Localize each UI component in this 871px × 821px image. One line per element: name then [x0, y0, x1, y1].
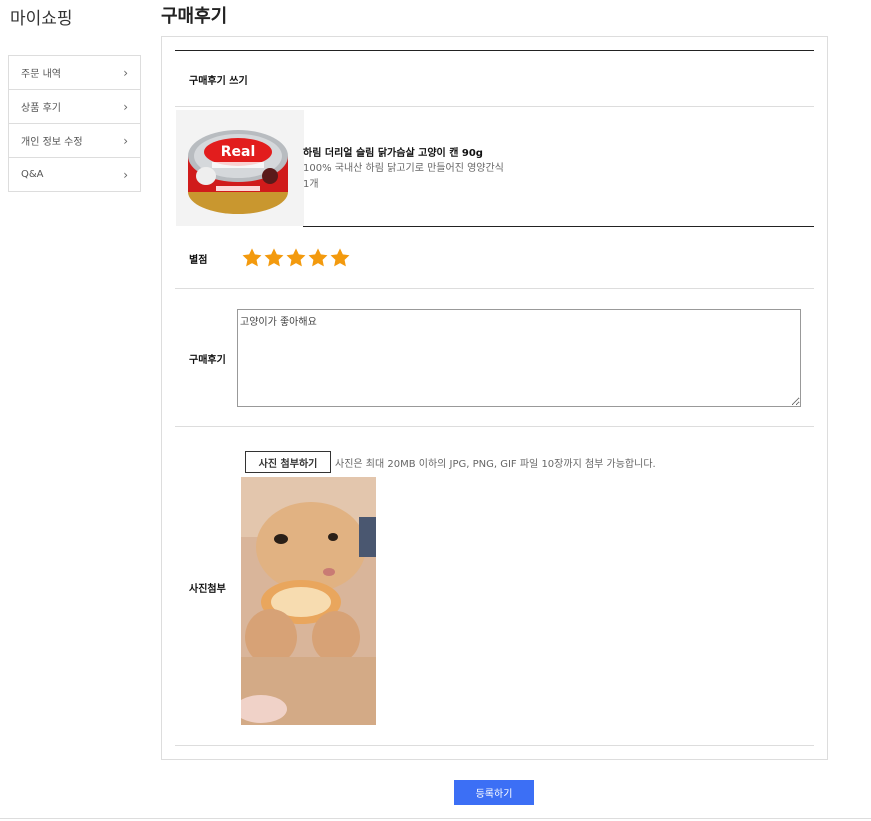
- star-icon[interactable]: [241, 247, 263, 269]
- sidebar-item-label: Q&A: [21, 169, 44, 180]
- star-icon[interactable]: [329, 247, 351, 269]
- sidebar-title: 마이쇼핑: [10, 9, 73, 29]
- chevron-right-icon: ›: [123, 65, 128, 80]
- sidebar-item-label: 개인 정보 수정: [21, 137, 83, 148]
- product-name: 하림 더리얼 슬림 닭가슴살 고양이 캔 90g: [303, 148, 483, 159]
- section-label: 구매후기 쓰기: [189, 76, 248, 87]
- photo-label: 사진첨부: [189, 584, 226, 595]
- sidebar-item-label: 상품 후기: [21, 103, 61, 114]
- sidebar-item-label: 주문 내역: [21, 69, 61, 80]
- product-quantity: 1개: [303, 179, 319, 190]
- divider: [0, 818, 871, 819]
- product-image: Real: [176, 110, 304, 226]
- submit-button[interactable]: 등록하기: [454, 780, 534, 805]
- review-label: 구매후기: [189, 355, 226, 366]
- cat-food-can-icon: Real: [176, 110, 304, 226]
- sidebar-item-profile[interactable]: 개인 정보 수정 ›: [9, 124, 140, 158]
- sidebar-menu: 주문 내역 › 상품 후기 › 개인 정보 수정 › Q&A ›: [8, 55, 141, 192]
- attach-photo-button[interactable]: 사진 첨부하기: [245, 451, 331, 473]
- review-textarea[interactable]: 고양이가 좋아해요: [237, 309, 801, 407]
- divider: [175, 50, 814, 51]
- chevron-right-icon: ›: [123, 133, 128, 148]
- star-rating[interactable]: [241, 247, 351, 269]
- page-title: 구매후기: [161, 6, 228, 27]
- star-icon[interactable]: [285, 247, 307, 269]
- sidebar-item-reviews[interactable]: 상품 후기 ›: [9, 90, 140, 124]
- rating-label: 별점: [189, 255, 208, 266]
- review-form-panel: 구매후기 쓰기 Real 하림 더리얼 슬림 닭가슴살 고양이 캔 90g 10…: [161, 36, 828, 760]
- chevron-right-icon: ›: [123, 99, 128, 114]
- svg-text:Real: Real: [221, 144, 256, 160]
- attach-note: 사진은 최대 20MB 이하의 JPG, PNG, GIF 파일 10장까지 첨…: [335, 459, 656, 470]
- sidebar-item-orders[interactable]: 주문 내역 ›: [9, 56, 140, 90]
- cat-eating-bread-photo-icon: [241, 477, 376, 725]
- divider: [175, 288, 814, 289]
- divider: [303, 226, 814, 227]
- product-description: 100% 국내산 하림 닭고기로 만들어진 영양간식: [303, 163, 504, 174]
- attached-photo: [241, 477, 376, 725]
- star-icon[interactable]: [307, 247, 329, 269]
- divider: [175, 426, 814, 427]
- divider: [175, 745, 814, 746]
- chevron-right-icon: ›: [123, 167, 128, 182]
- star-icon[interactable]: [263, 247, 285, 269]
- divider: [175, 106, 814, 107]
- sidebar-item-qna[interactable]: Q&A ›: [9, 158, 140, 191]
